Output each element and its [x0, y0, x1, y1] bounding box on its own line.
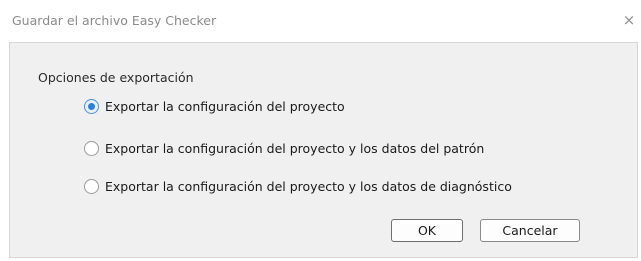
- export-options-label: Opciones de exportación: [38, 70, 194, 85]
- radio-button[interactable]: [84, 98, 99, 114]
- ok-button[interactable]: OK: [391, 219, 463, 242]
- option-label[interactable]: Exportar la configuración del proyecto: [105, 99, 345, 114]
- close-icon[interactable]: ×: [621, 11, 637, 29]
- option-export-project-and-diagnostics[interactable]: Exportar la configuración del proyecto y…: [84, 176, 512, 196]
- cancel-button[interactable]: Cancelar: [480, 219, 580, 242]
- option-export-project-and-pattern[interactable]: Exportar la configuración del proyecto y…: [84, 138, 484, 158]
- option-label[interactable]: Exportar la configuración del proyecto y…: [105, 179, 512, 194]
- title-bar: Guardar el archivo Easy Checker ×: [0, 0, 641, 42]
- option-export-project-config[interactable]: Exportar la configuración del proyecto: [84, 96, 345, 116]
- radio-button[interactable]: [84, 140, 99, 156]
- dialog-title: Guardar el archivo Easy Checker: [12, 13, 217, 28]
- dialog-body: Opciones de exportación Exportar la conf…: [9, 42, 638, 258]
- save-dialog: Guardar el archivo Easy Checker × Opcion…: [0, 0, 641, 261]
- radio-button[interactable]: [84, 178, 99, 194]
- option-label[interactable]: Exportar la configuración del proyecto y…: [105, 141, 484, 156]
